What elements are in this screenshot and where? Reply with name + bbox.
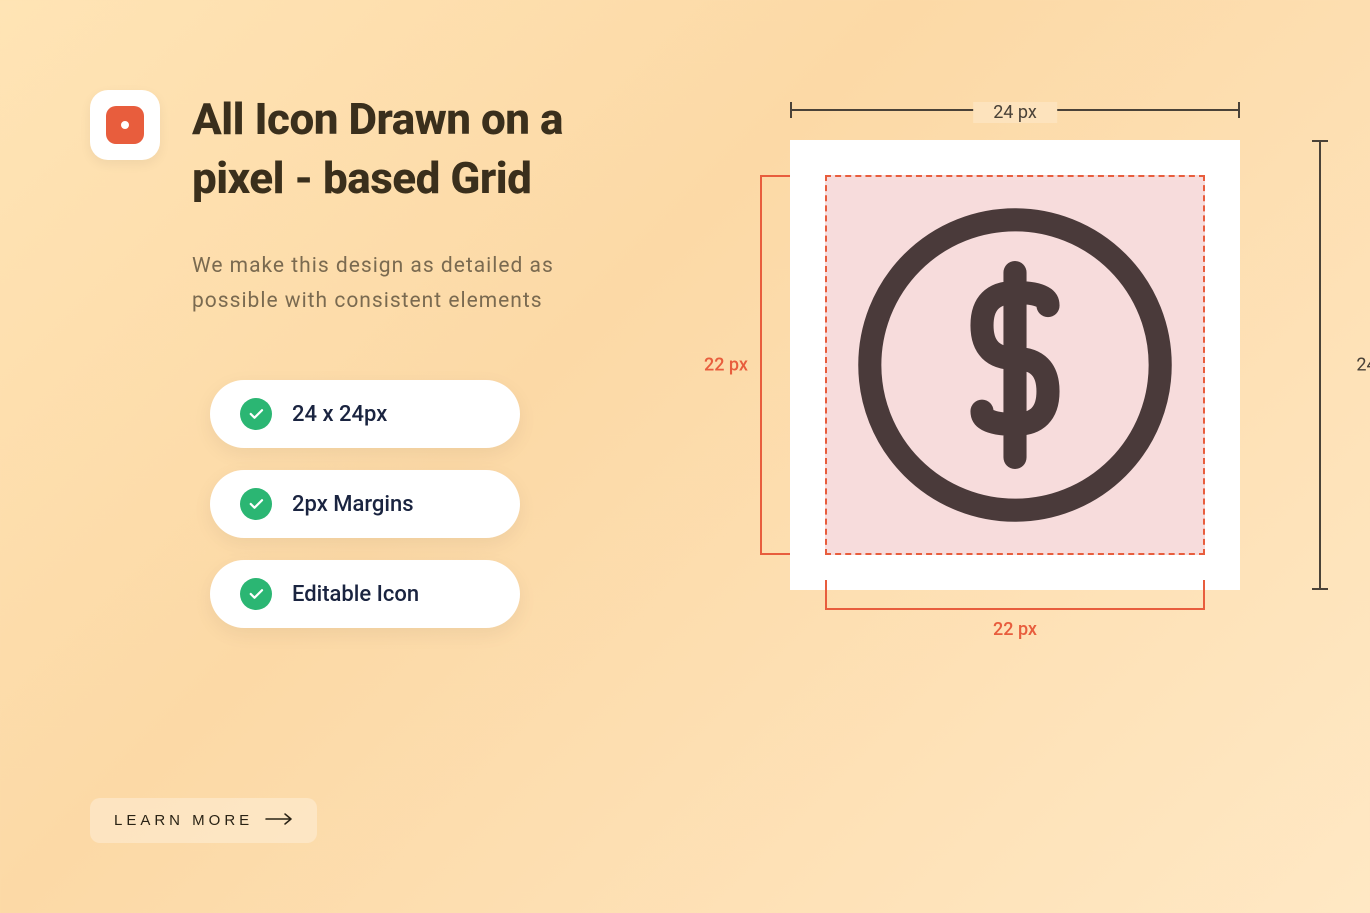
feature-label: Editable Icon: [292, 582, 419, 607]
page-subtitle: We make this design as detailed as possi…: [192, 249, 610, 320]
arrow-right-icon: [265, 813, 293, 828]
feature-pill: 24 x 24px: [210, 380, 520, 448]
learn-more-button[interactable]: LEARN MORE: [90, 798, 317, 843]
check-icon: [240, 578, 272, 610]
bracket-left-label: 22 px: [704, 355, 748, 376]
grid-diagram: 24 px 24 px 22 px 22 px: [740, 90, 1300, 650]
feature-pill: 2px Margins: [210, 470, 520, 538]
feature-pill: Editable Icon: [210, 560, 520, 628]
page-title: All Icon Drawn on a pixel - based Grid: [192, 90, 610, 209]
bracket-bottom: 22 px: [825, 580, 1205, 610]
ruler-top-label: 24 px: [973, 102, 1057, 123]
bracket-left: 22 px: [760, 175, 790, 555]
feature-label: 2px Margins: [292, 492, 414, 517]
ruler-right: 24 px: [1310, 140, 1330, 590]
ruler-right-label: 24 px: [1356, 355, 1370, 376]
bracket-bottom-label: 22 px: [993, 619, 1037, 640]
feature-label: 24 x 24px: [292, 402, 387, 427]
feature-list: 24 x 24px 2px Margins Editable Icon: [210, 380, 610, 628]
dollar-coin-icon: [850, 200, 1180, 530]
check-icon: [240, 488, 272, 520]
logo-dot-icon: [121, 121, 129, 129]
ruler-top: 24 px: [790, 100, 1240, 120]
logo-square-icon: [106, 106, 144, 144]
check-icon: [240, 398, 272, 430]
learn-more-label: LEARN MORE: [114, 812, 253, 829]
logo-badge: [90, 90, 160, 160]
